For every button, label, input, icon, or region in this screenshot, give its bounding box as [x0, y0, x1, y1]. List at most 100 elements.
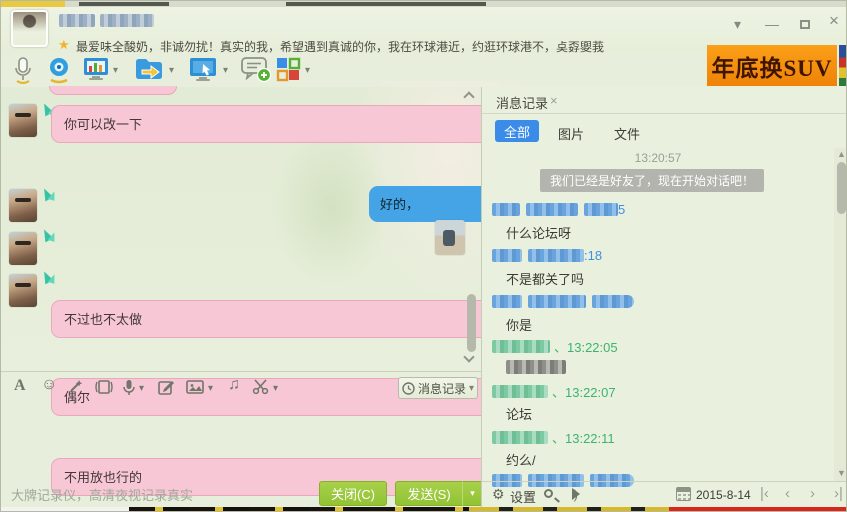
create-group-chat-icon[interactable] — [241, 56, 271, 88]
history-scrollbar-thumb[interactable] — [837, 162, 846, 214]
history-footer: ⚙ 设置 2015-8-14 |‹ ‹ › ›| — [482, 481, 847, 507]
message-input-area[interactable] — [1, 402, 481, 479]
screen-share-icon[interactable] — [189, 56, 217, 87]
file-transfer-icon[interactable] — [134, 56, 164, 87]
history-timestamp: 13:20:57 — [482, 151, 834, 165]
window-nudge-icon[interactable] — [94, 379, 114, 400]
prev-page-icon[interactable]: ‹ — [785, 485, 790, 502]
history-date[interactable]: 2015-8-14 — [696, 488, 751, 502]
message-history-panel: 消息记录 × 全部 图片 文件 13:20:57 我们已经是好友了，现在开始对话… — [481, 87, 847, 507]
sender-row: 、13:22:05 — [492, 337, 618, 351]
ad-strip-segment — [669, 507, 847, 512]
history-tab-close-icon[interactable]: × — [550, 93, 558, 108]
name-blur-block — [526, 203, 578, 216]
name-blur-block — [492, 203, 520, 216]
avatar-photo — [13, 12, 46, 45]
app-box-caret-icon[interactable]: ▾ — [305, 65, 310, 76]
magic-expression-icon[interactable] — [67, 379, 83, 400]
screenshot-caret-icon[interactable]: ▾ — [273, 383, 278, 394]
message-text: 好的， — [380, 197, 419, 212]
settings-gear-icon[interactable]: ⚙ — [492, 486, 505, 503]
ad-banner-edge — [839, 45, 847, 86]
name-blur-block — [492, 249, 522, 262]
send-image-icon[interactable] — [186, 379, 204, 400]
name-blur-block — [528, 295, 586, 308]
voice-message-icon[interactable] — [122, 379, 136, 401]
chat-scroll-down-icon[interactable] — [463, 351, 474, 362]
contact-avatar[interactable] — [9, 104, 37, 137]
ad-strip-segment — [129, 507, 469, 512]
calendar-icon[interactable] — [676, 487, 691, 501]
ad-text[interactable]: 大牌记录仪，高清夜视记录真实 — [11, 485, 193, 504]
history-content[interactable]: 13:20:57 我们已经是好友了，现在开始对话吧！ 5 什么论坛呀 :18 不… — [482, 148, 834, 481]
handwrite-icon[interactable] — [158, 379, 175, 400]
incoming-message-bubble: 不过也不太做 — [51, 300, 531, 338]
voice-caret-icon[interactable]: ▾ — [139, 383, 144, 394]
music-icon[interactable]: ♫ — [228, 376, 240, 394]
send-button[interactable]: 发送(S) — [395, 481, 463, 506]
video-call-icon[interactable] — [47, 56, 71, 89]
contact-avatar-large[interactable] — [11, 10, 48, 47]
ad-banner[interactable]: 年底换SUV — [707, 45, 837, 86]
contact-avatar[interactable] — [9, 189, 37, 222]
window-menu-caret-icon[interactable]: ▾ — [734, 17, 741, 31]
window-maximize-icon[interactable] — [800, 20, 810, 29]
filter-all-tab[interactable]: 全部 — [495, 120, 539, 142]
voice-call-icon[interactable] — [12, 56, 34, 89]
history-scroll-down-icon[interactable]: ▼ — [837, 468, 846, 478]
name-blur-block — [492, 340, 550, 353]
contact-avatar[interactable] — [9, 274, 37, 307]
contact-avatar[interactable] — [9, 232, 37, 265]
system-notice: 我们已经是好友了，现在开始对话吧！ — [540, 169, 764, 192]
history-scrollbar[interactable]: ▲ ▼ — [834, 148, 847, 481]
send-options-caret-icon[interactable]: ▾ — [462, 481, 483, 506]
history-tab-title[interactable]: 消息记录 — [496, 93, 548, 112]
background-title-fragment — [79, 2, 169, 6]
close-button[interactable]: 关闭(C) — [319, 481, 387, 506]
message-text: 不过也不太做 — [64, 312, 142, 327]
speaker-icon[interactable] — [572, 488, 586, 500]
window-close-icon[interactable]: × — [829, 14, 839, 28]
history-message: 约么/ — [506, 450, 536, 469]
history-message: 什么论坛呀 — [506, 223, 571, 242]
history-message-censored — [506, 358, 566, 374]
bubble-decor-sprout-icon — [42, 229, 56, 241]
history-scroll-up-icon[interactable]: ▲ — [837, 149, 846, 159]
chat-message-area[interactable]: 你可以改一下 好的， 不过也不太做 偶尔 不用放也行的 — [1, 87, 481, 371]
message-history-button[interactable]: 消息记录 ▾ — [398, 377, 478, 399]
name-blur-block — [492, 431, 548, 444]
figure — [443, 230, 455, 246]
time-blur-block — [584, 203, 618, 216]
censored-block — [506, 360, 566, 374]
file-transfer-caret-icon[interactable]: ▾ — [169, 65, 174, 76]
message-time: 、13:22:11 — [552, 431, 615, 446]
screen-share-caret-icon[interactable]: ▾ — [223, 65, 228, 76]
screenshot-icon[interactable] — [252, 379, 270, 400]
first-page-icon[interactable]: |‹ — [760, 485, 769, 502]
font-format-icon[interactable]: A — [14, 377, 26, 395]
message-bubble-clipped — [49, 86, 177, 95]
bubble-decor-sprout-icon — [42, 271, 56, 283]
filter-files-tab[interactable]: 文件 — [614, 124, 640, 143]
input-toolbar: A ☺ ▾ ▾ ♫ ▾ 消息记录 ▾ — [1, 372, 481, 402]
name-blur-block — [492, 295, 522, 308]
background-title-fragment — [286, 2, 486, 6]
time-blur-block — [592, 295, 634, 308]
history-message: 不是都关了吗 — [506, 269, 584, 288]
settings-label[interactable]: 设置 — [510, 487, 536, 506]
next-page-icon[interactable]: › — [810, 485, 815, 502]
stats-app-icon[interactable] — [83, 56, 109, 87]
chat-scrollbar-thumb[interactable] — [467, 294, 476, 352]
history-caret-icon: ▾ — [469, 383, 474, 394]
stats-app-caret-icon[interactable]: ▾ — [113, 65, 118, 76]
name-blur-block — [492, 385, 548, 398]
self-avatar[interactable] — [435, 220, 465, 255]
filter-images-tab[interactable]: 图片 — [558, 124, 584, 143]
clock-icon — [402, 382, 415, 395]
last-page-icon[interactable]: ›| — [834, 485, 843, 502]
image-caret-icon[interactable]: ▾ — [208, 383, 213, 394]
app-box-icon[interactable] — [275, 56, 301, 87]
emoticon-icon[interactable]: ☺ — [41, 376, 57, 394]
window-minimize-icon[interactable]: — — [765, 17, 779, 31]
search-icon[interactable] — [544, 489, 553, 498]
